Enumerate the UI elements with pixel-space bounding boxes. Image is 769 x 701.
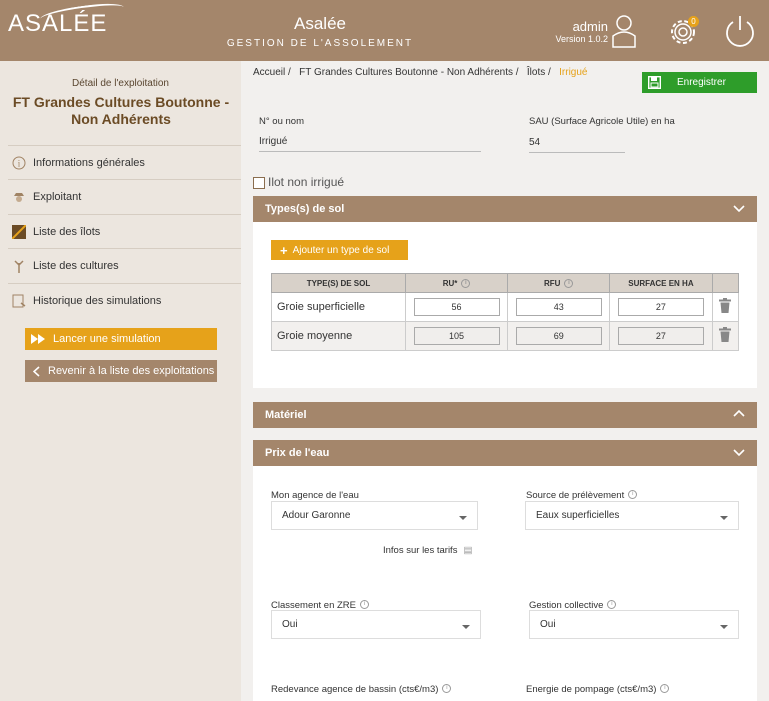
water-price-section-header[interactable]: Prix de l'eau bbox=[253, 440, 757, 466]
history-icon bbox=[11, 293, 27, 309]
svg-text:i: i bbox=[18, 158, 21, 168]
info-icon: i bbox=[11, 155, 27, 171]
sidebar-item-crops[interactable]: Liste des cultures bbox=[8, 248, 241, 282]
sidebar-item-general-info[interactable]: i Informations générales bbox=[8, 145, 241, 179]
farm-title: FT Grandes Cultures Boutonne - Non Adhér… bbox=[12, 94, 230, 127]
sidebar-item-parcels[interactable]: Liste des îlots bbox=[8, 214, 241, 248]
user-icon[interactable] bbox=[612, 14, 636, 48]
sidebar-item-farmer[interactable]: Exploitant bbox=[8, 179, 241, 213]
name-field[interactable]: Irrigué bbox=[259, 136, 481, 152]
power-icon[interactable] bbox=[722, 13, 758, 49]
caret-down-icon bbox=[720, 516, 728, 520]
save-button[interactable]: Enregistrer bbox=[642, 72, 757, 93]
fast-forward-icon bbox=[31, 334, 45, 344]
surface-input[interactable]: 27 bbox=[617, 298, 704, 316]
col-soil-type: TYPE(S) DE SOL bbox=[271, 273, 406, 293]
info-icon: i bbox=[461, 278, 471, 288]
col-ru: RU* i bbox=[404, 273, 509, 293]
chevron-down-icon bbox=[733, 449, 745, 457]
fee-label: Redevance agence de bassin (cts€/m3) i bbox=[271, 684, 452, 695]
table-row: Groie superficielle 56 43 27 bbox=[271, 292, 740, 322]
document-icon: ▤ bbox=[463, 545, 473, 556]
col-surface: SURFACE EN HA bbox=[609, 273, 713, 293]
material-section-header[interactable]: Matériel bbox=[253, 402, 757, 428]
surface-input[interactable]: 27 bbox=[617, 327, 704, 345]
app-version: Version 1.0.2 bbox=[555, 34, 608, 44]
info-icon: i bbox=[628, 490, 638, 499]
trash-icon[interactable] bbox=[719, 327, 732, 342]
main-content: Accueil / FT Grandes Cultures Boutonne -… bbox=[241, 61, 769, 701]
app-header: ASALÉE Asalée GESTION DE L'ASSOLEMENT ad… bbox=[0, 0, 769, 61]
sidebar-item-label: Exploitant bbox=[33, 190, 82, 203]
info-icon: i bbox=[660, 684, 670, 693]
notification-badge: 0 bbox=[688, 16, 699, 27]
chevron-up-icon bbox=[733, 409, 745, 417]
app-subtitle: GESTION DE L'ASSOLEMENT bbox=[226, 38, 414, 49]
water-price-panel: Mon agence de l'eau Adour Garonne Source… bbox=[253, 466, 757, 701]
ru-input[interactable]: 56 bbox=[413, 298, 500, 316]
breadcrumb-home[interactable]: Accueil bbox=[253, 67, 285, 78]
sidebar-caption: Détail de l'exploitation bbox=[72, 78, 169, 89]
info-icon: i bbox=[360, 600, 370, 609]
col-rfu: RFU i bbox=[507, 273, 611, 293]
plus-icon: + bbox=[280, 242, 288, 258]
parcel-icon bbox=[11, 224, 27, 240]
source-select[interactable]: Eaux superficielles bbox=[525, 501, 739, 530]
non-irrigated-label: Ilot non irrigué bbox=[268, 175, 345, 189]
soil-type-cell: Groie superficielle bbox=[271, 292, 406, 322]
caret-down-icon bbox=[459, 516, 467, 520]
col-actions bbox=[711, 273, 740, 293]
chevron-down-icon bbox=[733, 205, 745, 213]
energy-label: Energie de pompage (cts€/m3) i bbox=[526, 684, 670, 695]
farmer-icon bbox=[11, 189, 27, 205]
breadcrumb-parcels[interactable]: Îlots bbox=[527, 67, 545, 78]
breadcrumb-farm[interactable]: FT Grandes Cultures Boutonne - Non Adhér… bbox=[299, 67, 513, 78]
table-row: Groie moyenne 105 69 27 bbox=[271, 321, 740, 351]
back-to-list-button[interactable]: Revenir à la liste des exploitations bbox=[25, 360, 217, 382]
caret-down-icon bbox=[720, 625, 728, 629]
info-icon: i bbox=[442, 684, 452, 693]
name-label: N° ou nom bbox=[259, 116, 304, 127]
info-icon: i bbox=[607, 600, 617, 609]
app-title: Asalée bbox=[294, 14, 346, 33]
info-icon: i bbox=[564, 278, 574, 288]
user-name[interactable]: admin bbox=[573, 19, 608, 34]
breadcrumb: Accueil / FT Grandes Cultures Boutonne -… bbox=[253, 67, 588, 78]
ru-input[interactable]: 105 bbox=[413, 327, 500, 345]
sidebar-item-label: Informations générales bbox=[33, 156, 145, 169]
run-simulation-button[interactable]: Lancer une simulation bbox=[25, 328, 217, 350]
zre-select[interactable]: Oui bbox=[271, 610, 481, 639]
tariffs-link[interactable]: Infos sur les tarifs ▤ bbox=[383, 545, 472, 556]
soil-section-header[interactable]: Types(s) de sol bbox=[253, 196, 757, 222]
source-label: Source de prélèvement i bbox=[526, 490, 638, 501]
trash-icon[interactable] bbox=[719, 298, 732, 313]
soil-table: TYPE(S) DE SOL RU* i RFU i SURFACE EN HA G… bbox=[271, 273, 740, 351]
rfu-input[interactable]: 69 bbox=[515, 327, 602, 345]
agency-select[interactable]: Adour Garonne bbox=[271, 501, 478, 530]
soil-panel: + Ajouter un type de sol TYPE(S) DE SOL … bbox=[253, 222, 757, 388]
agency-label: Mon agence de l'eau bbox=[271, 490, 359, 501]
soil-type-cell: Groie moyenne bbox=[271, 321, 406, 351]
chevron-left-icon bbox=[33, 365, 40, 377]
sidebar: Détail de l'exploitation FT Grandes Cult… bbox=[0, 61, 241, 701]
non-irrigated-checkbox[interactable] bbox=[253, 177, 265, 189]
crop-icon bbox=[11, 258, 27, 274]
collective-select[interactable]: Oui bbox=[529, 610, 739, 639]
breadcrumb-current: Irrigué bbox=[559, 67, 588, 78]
sidebar-item-label: Liste des cultures bbox=[33, 259, 119, 272]
save-icon bbox=[648, 76, 661, 89]
sau-field[interactable]: 54 bbox=[529, 137, 625, 153]
add-soil-type-button[interactable]: + Ajouter un type de sol bbox=[271, 240, 408, 260]
caret-down-icon bbox=[462, 625, 470, 629]
sidebar-item-label: Historique des simulations bbox=[33, 294, 162, 307]
sidebar-item-history[interactable]: Historique des simulations bbox=[8, 283, 241, 317]
sau-label: SAU (Surface Agricole Utile) en ha bbox=[529, 116, 675, 127]
rfu-input[interactable]: 43 bbox=[515, 298, 602, 316]
sidebar-item-label: Liste des îlots bbox=[33, 225, 101, 238]
